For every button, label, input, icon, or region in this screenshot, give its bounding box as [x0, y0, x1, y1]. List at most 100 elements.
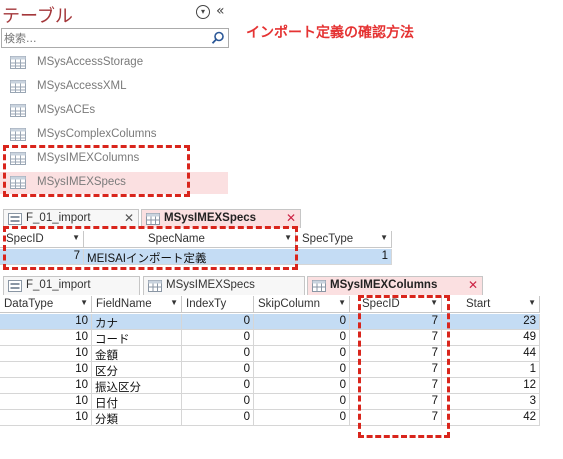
cell-fieldname[interactable]: 振込区分: [92, 378, 182, 394]
cell-skipcolumn[interactable]: 0: [254, 394, 350, 410]
cell-indexty[interactable]: 0: [182, 378, 254, 394]
cell-indexty[interactable]: 0: [182, 362, 254, 378]
cell-value: 0: [339, 331, 346, 343]
cell-skipcolumn[interactable]: 0: [254, 378, 350, 394]
table-row[interactable]: 10 カナ 0 0 7 23: [0, 314, 540, 330]
nav-options-icon[interactable]: ▾: [196, 5, 210, 19]
dropdown-arrow-icon[interactable]: ▼: [528, 298, 536, 307]
cell-indexty[interactable]: 0: [182, 346, 254, 362]
table-icon: [10, 56, 26, 69]
tab-msysimexcolumns[interactable]: MSysIMEXColumns ✕: [307, 276, 483, 295]
nav-item-label: MSysAccessStorage: [37, 56, 144, 68]
cell-start[interactable]: 49: [442, 330, 540, 346]
cell-indexty[interactable]: 0: [182, 330, 254, 346]
table-row[interactable]: 10 分類 0 0 7 42: [0, 410, 540, 426]
nav-item-label: MSysACEs: [37, 104, 96, 116]
cell-start[interactable]: 23: [442, 314, 540, 330]
column-header-label: DataType: [4, 298, 54, 310]
cell-indexty[interactable]: 0: [182, 410, 254, 426]
column-header-indexty[interactable]: IndexTy: [182, 296, 254, 313]
cell-start[interactable]: 12: [442, 378, 540, 394]
form-icon: [8, 213, 22, 225]
table-icon: [148, 280, 162, 292]
cell-datatype[interactable]: 10: [0, 314, 92, 330]
close-icon[interactable]: ✕: [468, 278, 478, 292]
highlight-box-specid-column: [358, 295, 450, 438]
tab-msysimexspecs-2[interactable]: MSysIMEXSpecs: [143, 276, 305, 295]
cell-skipcolumn[interactable]: 0: [254, 362, 350, 378]
column-header-skipcolumn[interactable]: SkipColumn ▼: [254, 296, 350, 313]
cell-value: 区分: [95, 366, 118, 378]
cell-value: 0: [339, 395, 346, 407]
table-row[interactable]: 10 日付 0 0 7 3: [0, 394, 540, 410]
cell-datatype[interactable]: 10: [0, 330, 92, 346]
cell-fieldname[interactable]: コード: [92, 330, 182, 346]
cell-fieldname[interactable]: カナ: [92, 314, 182, 330]
cell-value: 1: [529, 363, 536, 375]
cell-datatype[interactable]: 10: [0, 378, 92, 394]
cell-start[interactable]: 1: [442, 362, 540, 378]
cell-datatype[interactable]: 10: [0, 362, 92, 378]
close-icon[interactable]: ✕: [286, 211, 296, 225]
table-row[interactable]: 10 金額 0 0 7 44: [0, 346, 540, 362]
dropdown-arrow-icon[interactable]: ▼: [338, 298, 346, 307]
cell-datatype[interactable]: 10: [0, 410, 92, 426]
cell-value: 0: [339, 347, 346, 359]
table-row[interactable]: 10 区分 0 0 7 1: [0, 362, 540, 378]
table-row[interactable]: 10 コード 0 0 7 49: [0, 330, 540, 346]
cell-value: 42: [523, 411, 536, 423]
table-icon: [312, 280, 326, 292]
column-header-label: SpecType: [302, 233, 354, 245]
cell-skipcolumn[interactable]: 0: [254, 346, 350, 362]
cell-value: 0: [339, 379, 346, 391]
cell-value: 10: [75, 379, 88, 391]
cell-indexty[interactable]: 0: [182, 394, 254, 410]
nav-item-msyscomplexcolumns[interactable]: MSysComplexColumns: [0, 124, 228, 146]
cell-fieldname[interactable]: 分類: [92, 410, 182, 426]
cell-start[interactable]: 42: [442, 410, 540, 426]
nav-item-msysaccessxml[interactable]: MSysAccessXML: [0, 76, 228, 98]
cell-value: 金額: [95, 350, 118, 362]
cell-skipcolumn[interactable]: 0: [254, 314, 350, 330]
form-icon: [8, 280, 22, 292]
cell-datatype[interactable]: 10: [0, 346, 92, 362]
cell-fieldname[interactable]: 日付: [92, 394, 182, 410]
column-header-fieldname[interactable]: FieldName ▼: [92, 296, 182, 313]
cell-skipcolumn[interactable]: 0: [254, 410, 350, 426]
cell-value: カナ: [95, 318, 118, 330]
cell-start[interactable]: 44: [442, 346, 540, 362]
cell-value: 0: [243, 395, 250, 407]
dropdown-arrow-icon[interactable]: ▼: [170, 298, 178, 307]
dropdown-arrow-icon[interactable]: ▼: [380, 233, 388, 242]
table-icon: [10, 104, 26, 117]
column-header-datatype[interactable]: DataType ▼: [0, 296, 92, 313]
cell-datatype[interactable]: 10: [0, 394, 92, 410]
tab-f-01-import-2[interactable]: F_01_import: [3, 276, 140, 295]
close-icon[interactable]: ✕: [124, 211, 134, 225]
cell-fieldname[interactable]: 金額: [92, 346, 182, 362]
callout-text: インポート定義の確認方法: [246, 25, 414, 41]
dropdown-arrow-icon[interactable]: ▼: [80, 298, 88, 307]
columns-datasheet: DataType ▼ FieldName ▼ IndexTy SkipColum…: [0, 296, 540, 436]
table-icon: [10, 128, 26, 141]
cell-indexty[interactable]: 0: [182, 314, 254, 330]
nav-item-label: MSysComplexColumns: [37, 128, 157, 140]
table-row[interactable]: 10 振込区分 0 0 7 12: [0, 378, 540, 394]
cell-spectype[interactable]: 1: [296, 249, 392, 265]
column-header-start[interactable]: Start ▼: [442, 296, 540, 313]
cell-fieldname[interactable]: 区分: [92, 362, 182, 378]
cell-value: 0: [243, 315, 250, 327]
cell-value: 10: [75, 395, 88, 407]
nav-item-msysaccessstorage[interactable]: MSysAccessStorage: [0, 52, 228, 74]
cell-value: 10: [75, 347, 88, 359]
search-icon[interactable]: [211, 31, 225, 45]
collapse-pane-icon[interactable]: «: [216, 3, 225, 19]
cell-skipcolumn[interactable]: 0: [254, 330, 350, 346]
nav-item-msysaces[interactable]: MSysACEs: [0, 100, 228, 122]
cell-value: 10: [75, 363, 88, 375]
cell-start[interactable]: 3: [442, 394, 540, 410]
table-icon: [10, 80, 26, 93]
cell-value: 0: [243, 347, 250, 359]
search-input[interactable]: [4, 30, 204, 46]
column-header-spectype[interactable]: SpecType ▼: [296, 231, 392, 248]
